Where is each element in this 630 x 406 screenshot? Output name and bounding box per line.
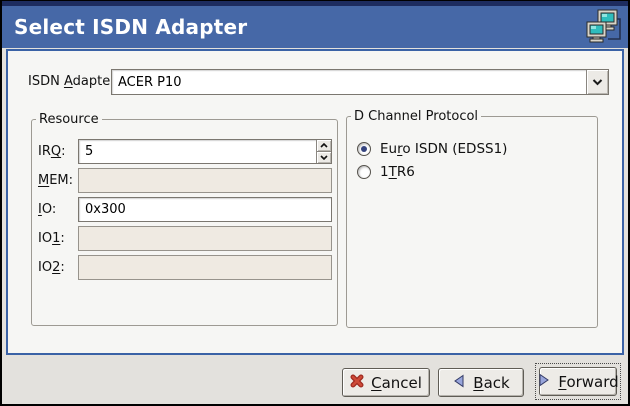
io1-field bbox=[78, 226, 332, 251]
spin-down-icon[interactable] bbox=[317, 151, 331, 163]
d-channel-protocol-title: D Channel Protocol bbox=[351, 109, 481, 124]
forward-button[interactable]: Forward bbox=[539, 367, 617, 396]
mem-input bbox=[79, 169, 331, 192]
io2-field bbox=[78, 255, 332, 280]
io1-row: IO1: bbox=[32, 226, 337, 251]
io2-input bbox=[79, 256, 331, 279]
back-button-label: Back bbox=[473, 374, 509, 392]
back-button[interactable]: Back bbox=[438, 368, 524, 397]
cancel-x-icon bbox=[350, 374, 364, 392]
irq-label: IRQ: bbox=[38, 139, 66, 164]
isdn-adapter-combobox[interactable] bbox=[111, 69, 609, 95]
mem-label: MEM: bbox=[38, 168, 73, 193]
mem-field bbox=[78, 168, 332, 193]
dropdown-arrow-icon[interactable] bbox=[586, 70, 608, 94]
button-bar: Cancel Back Forward bbox=[2, 355, 628, 404]
cancel-button-label: Cancel bbox=[371, 374, 422, 392]
cancel-button[interactable]: Cancel bbox=[342, 368, 430, 397]
radio-button-icon[interactable] bbox=[357, 165, 371, 179]
dialog-title: Select ISDN Adapter bbox=[2, 15, 247, 39]
resource-group-title: Resource bbox=[36, 112, 102, 127]
io-input[interactable] bbox=[79, 198, 331, 221]
irq-input[interactable] bbox=[79, 140, 316, 163]
forward-button-label: Forward bbox=[558, 373, 618, 391]
radio-button-icon[interactable] bbox=[357, 142, 371, 156]
network-computers-icon bbox=[584, 7, 622, 47]
io2-row: IO2: bbox=[32, 255, 337, 280]
io2-label: IO2: bbox=[38, 255, 65, 280]
content-panel: ISDN Adapters: Resource IRQ: bbox=[6, 49, 624, 355]
radio-1tr6-label: 1TR6 bbox=[380, 164, 415, 180]
arrow-left-icon bbox=[452, 374, 466, 392]
io-label: IO: bbox=[38, 197, 56, 222]
dialog-window: Select ISDN Adapter bbox=[0, 0, 630, 406]
irq-spinbutton[interactable] bbox=[78, 139, 332, 164]
io-row: IO: bbox=[32, 197, 337, 222]
arrow-right-icon bbox=[537, 373, 551, 391]
io1-input bbox=[79, 227, 331, 250]
spin-up-icon[interactable] bbox=[317, 140, 331, 151]
forward-button-focus-ring: Forward bbox=[535, 363, 621, 400]
d-channel-protocol-group: D Channel Protocol Euro ISDN (EDSS1) 1TR… bbox=[346, 109, 598, 328]
radio-euro-isdn-label: Euro ISDN (EDSS1) bbox=[380, 141, 507, 157]
radio-euro-isdn[interactable]: Euro ISDN (EDSS1) bbox=[357, 141, 507, 157]
radio-1tr6[interactable]: 1TR6 bbox=[357, 164, 415, 180]
io1-label: IO1: bbox=[38, 226, 65, 251]
irq-spin-buttons bbox=[316, 140, 331, 163]
io-field[interactable] bbox=[78, 197, 332, 222]
resource-group: Resource IRQ: MEM: bbox=[31, 112, 338, 326]
mem-row: MEM: bbox=[32, 168, 337, 193]
combobox-value[interactable] bbox=[112, 70, 586, 94]
irq-row: IRQ: bbox=[32, 139, 337, 164]
titlebar: Select ISDN Adapter bbox=[2, 6, 628, 48]
